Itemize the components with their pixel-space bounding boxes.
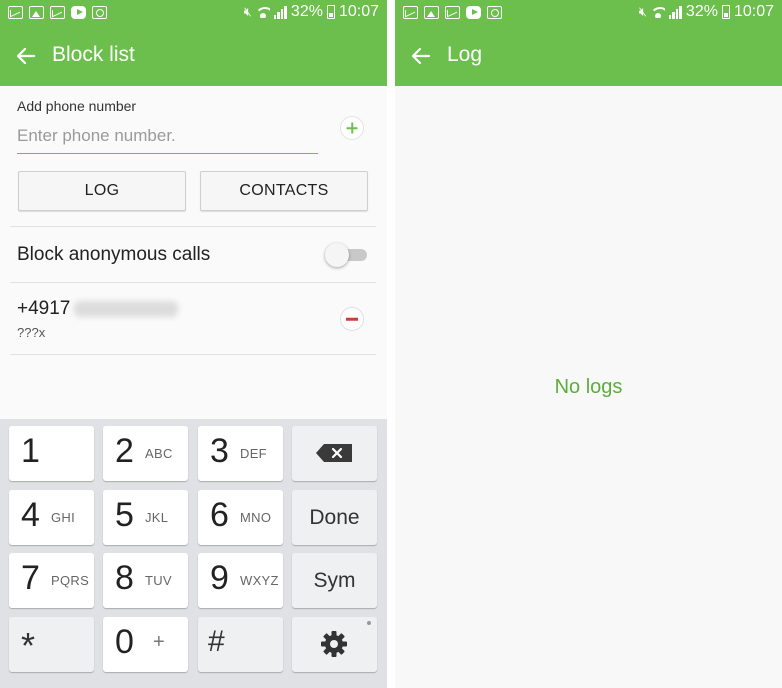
signal-icon (668, 5, 682, 19)
key-dot (367, 621, 371, 625)
hash-label: # (208, 625, 225, 658)
add-phone-label: Add phone number (17, 98, 137, 114)
sym-key[interactable]: Sym (292, 553, 377, 608)
key-digit: 5 (115, 496, 134, 534)
battery-percent: 32% (685, 3, 718, 20)
sym-label: Sym (313, 568, 356, 592)
key-8[interactable]: 8 TUV (103, 553, 188, 608)
camera-icon (92, 6, 107, 19)
divider (10, 226, 376, 227)
empty-state-message: No logs (554, 376, 623, 398)
mute-icon: 🔇︎ (638, 4, 647, 19)
wifi-icon (255, 6, 270, 18)
key-letters: ABC (145, 446, 173, 461)
key-7[interactable]: 7 PQRS (9, 553, 94, 608)
plus-label: + (153, 631, 165, 653)
divider (10, 282, 376, 283)
app-bar: Block list (0, 26, 387, 86)
system-status: 🔇︎ 32% 10:07 (244, 3, 379, 21)
remove-number-icon[interactable] (340, 307, 364, 331)
block-list-screen: 🔇︎ 32% 10:07 Block list Add phone number… (0, 0, 387, 688)
key-digit: 6 (210, 496, 229, 534)
key-digit: 0 (115, 623, 134, 661)
gmail-icon (403, 6, 418, 19)
wifi-icon (650, 6, 665, 18)
hash-key[interactable]: # (198, 617, 283, 672)
gmail-icon (50, 6, 65, 19)
page-title: Block list (52, 43, 135, 66)
key-5[interactable]: 5 JKL (103, 490, 188, 545)
backspace-key[interactable] (292, 426, 377, 481)
gallery-icon (29, 6, 44, 19)
battery-percent: 32% (290, 3, 323, 20)
key-6[interactable]: 6 MNO (198, 490, 283, 545)
app-bar: Log (395, 26, 782, 86)
status-bar: 🔇︎ 32% 10:07 (0, 0, 387, 26)
blocked-number-subtitle: ???x (17, 325, 46, 340)
mute-icon: 🔇︎ (243, 4, 252, 19)
gmail-icon (8, 6, 23, 19)
settings-key[interactable] (292, 617, 377, 672)
key-letters: DEF (240, 446, 267, 461)
toggle-thumb (325, 243, 349, 267)
star-label: * (21, 625, 36, 666)
gear-icon (321, 631, 347, 657)
blurred-digits (74, 301, 179, 317)
key-digit: 8 (115, 559, 134, 597)
key-1[interactable]: 1 (9, 426, 94, 481)
done-label: Done (309, 505, 360, 529)
notification-icons (8, 6, 107, 19)
contacts-button[interactable]: CONTACTS (200, 171, 368, 211)
divider (10, 354, 376, 355)
key-letters: WXYZ (240, 573, 279, 588)
key-digit: 9 (210, 559, 229, 597)
screen-separator (387, 0, 395, 688)
key-digit: 4 (21, 496, 40, 534)
camera-icon (487, 6, 502, 19)
youtube-icon (466, 6, 481, 19)
battery-icon (721, 5, 730, 19)
key-letters: JKL (145, 510, 169, 525)
clock: 10:07 (338, 3, 379, 20)
key-letters: MNO (240, 510, 272, 525)
page-title: Log (447, 43, 483, 66)
block-anonymous-label: Block anonymous calls (17, 244, 211, 265)
log-button[interactable]: LOG (18, 171, 186, 211)
key-digit: 1 (21, 432, 40, 470)
phone-number-input[interactable] (17, 122, 318, 154)
key-digit: 7 (21, 559, 40, 597)
system-status: 🔇︎ 32% 10:07 (639, 3, 774, 21)
key-digit: 2 (115, 432, 134, 470)
backspace-icon (316, 444, 352, 462)
status-bar: 🔇︎ 32% 10:07 (395, 0, 782, 26)
blocked-number-prefix: +4917 (17, 298, 71, 319)
clock: 10:07 (733, 3, 774, 20)
key-2[interactable]: 2 ABC (103, 426, 188, 481)
key-3[interactable]: 3 DEF (198, 426, 283, 481)
gallery-icon (424, 6, 439, 19)
key-letters: GHI (51, 510, 76, 525)
notification-icons (403, 6, 502, 19)
key-letters: TUV (145, 573, 172, 588)
log-screen: 🔇︎ 32% 10:07 Log No logs (395, 0, 782, 688)
done-key[interactable]: Done (292, 490, 377, 545)
key-4[interactable]: 4 GHI (9, 490, 94, 545)
signal-icon (273, 5, 287, 19)
battery-icon (326, 5, 335, 19)
star-key[interactable]: * (9, 617, 94, 672)
blocked-number: +4917 (17, 298, 179, 320)
add-number-icon[interactable] (340, 116, 364, 140)
back-arrow-icon[interactable] (409, 44, 433, 68)
block-anonymous-toggle[interactable] (325, 243, 367, 267)
key-9[interactable]: 9 WXYZ (198, 553, 283, 608)
gmail-icon (445, 6, 460, 19)
key-letters: PQRS (51, 573, 90, 588)
key-0[interactable]: 0 + (103, 617, 188, 672)
numeric-keypad: 1 2 ABC 3 DEF 4 GHI 5 JKL 6 MNO Done 7 P… (0, 419, 387, 688)
back-arrow-icon[interactable] (14, 44, 38, 68)
key-digit: 3 (210, 432, 229, 470)
youtube-icon (71, 6, 86, 19)
